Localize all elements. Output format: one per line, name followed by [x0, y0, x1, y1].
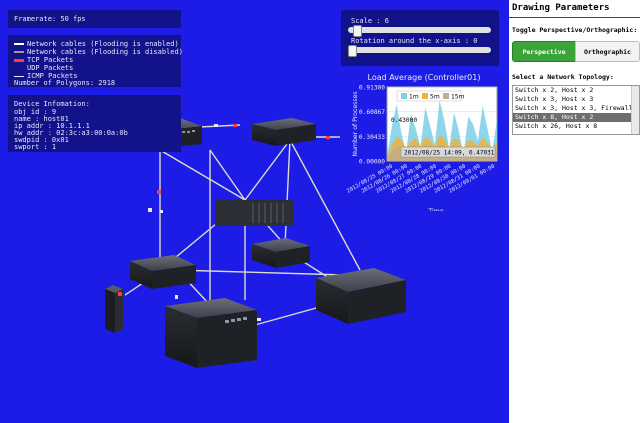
cable-disabled-swatch: [14, 51, 24, 53]
toggle-label: Toggle Perspective/Orthographic:: [512, 26, 638, 34]
y-tick-label: 0.60867: [359, 109, 385, 116]
legend-item: TCP Packets: [14, 56, 73, 64]
polygon-count: Number of Polygons: 2918: [14, 79, 116, 87]
legend-swatch: [422, 93, 428, 99]
y-axis-label: Number of Processes: [352, 91, 359, 156]
divider: [509, 17, 640, 18]
chart-canvas: 0.91300 0.60867 0.30433 0.00000Number of Pr…: [346, 85, 498, 211]
legend-panel: Network cables (Flooding is enabled) Net…: [8, 35, 183, 87]
udp-swatch: [14, 67, 24, 69]
legend-item: Network cables (Flooding is disabled): [14, 48, 183, 56]
server-node: [215, 200, 293, 226]
topology-label: Select a Network Topology:: [512, 73, 614, 81]
framerate-panel: Framerate: 50 fps: [8, 10, 181, 28]
legend-swatch: [401, 93, 407, 99]
tcp-swatch: [14, 58, 24, 62]
hover-tooltip-text: 2012/08/25 14:09, 0.47031: [404, 150, 495, 157]
topology-option[interactable]: Switch x 26, Host x 8: [513, 122, 639, 131]
topology-listbox[interactable]: Switch x 2, Host x 2 Switch x 3, Host x …: [512, 85, 640, 135]
topology-option[interactable]: Switch x 2, Host x 2: [513, 86, 639, 95]
framerate-text: Framerate: 50 fps: [14, 15, 86, 23]
y-tick-label: 0.30433: [359, 134, 385, 141]
topology-scrollbar[interactable]: [631, 86, 639, 134]
cable-enabled-swatch: [14, 43, 24, 45]
scale-label: Scale : 6: [351, 17, 389, 25]
rotation-label: Rotation around the x-axis : 0: [351, 37, 478, 45]
drawing-parameters-sidebar: Drawing Parameters Toggle Perspective/Or…: [509, 0, 640, 423]
legend-label: TCP Packets: [27, 56, 74, 64]
view-controls-panel: Scale : 6 Rotation around the x-axis : 0: [341, 10, 499, 66]
y-tick-label: 0.91300: [359, 85, 385, 92]
legend-label: UDP Packets: [27, 64, 74, 72]
icmp-swatch: [14, 75, 24, 77]
legend-item: UDP Packets: [14, 64, 73, 72]
legend-label: 5m: [430, 94, 440, 101]
x-axis-label: Time: [427, 208, 443, 211]
switch-node: [130, 255, 196, 289]
switch-node: [316, 268, 406, 324]
network-3d-viewport[interactable]: Framerate: 50 fps Network cables (Floodi…: [0, 0, 509, 423]
load-average-chart: Load Average (Controller01) 0.91300 0.608…: [345, 73, 503, 211]
y-tick-label: 0.00000: [359, 159, 385, 166]
device-info-panel: Device Infomation: obj id : 9 name : hos…: [8, 95, 181, 152]
device-info-heading: Device Infomation:: [14, 100, 90, 108]
legend-label: 15m: [451, 94, 465, 101]
legend-item: Network cables (Flooding is enabled): [14, 40, 179, 48]
perspective-button[interactable]: Perspective: [512, 41, 576, 62]
switch-node: [252, 118, 316, 146]
hover-value: 0.43000: [391, 117, 417, 124]
sidebar-title: Drawing Parameters: [512, 3, 610, 13]
legend-label: Network cables (Flooding is enabled): [27, 40, 179, 48]
device-info-line: swport : 1: [14, 143, 57, 151]
topology-option[interactable]: Switch x 3, Host x 3, Firewall x 1: [513, 104, 639, 113]
orthographic-button[interactable]: Orthographic: [575, 41, 640, 62]
rotation-slider[interactable]: [348, 45, 491, 57]
legend-label: Network cables (Flooding is disabled): [27, 48, 183, 56]
rotation-slider-thumb[interactable]: [348, 45, 357, 57]
switch-node: [165, 298, 257, 368]
legend-label: 1m: [409, 94, 419, 101]
topology-option[interactable]: Switch x 3, Host x 3: [513, 95, 639, 104]
switch-node: [252, 238, 310, 268]
legend-swatch: [443, 93, 449, 99]
scale-slider-thumb[interactable]: [353, 25, 363, 37]
scale-slider[interactable]: [348, 25, 491, 37]
topology-option-selected[interactable]: Switch x 8, Host x 2: [513, 113, 639, 122]
